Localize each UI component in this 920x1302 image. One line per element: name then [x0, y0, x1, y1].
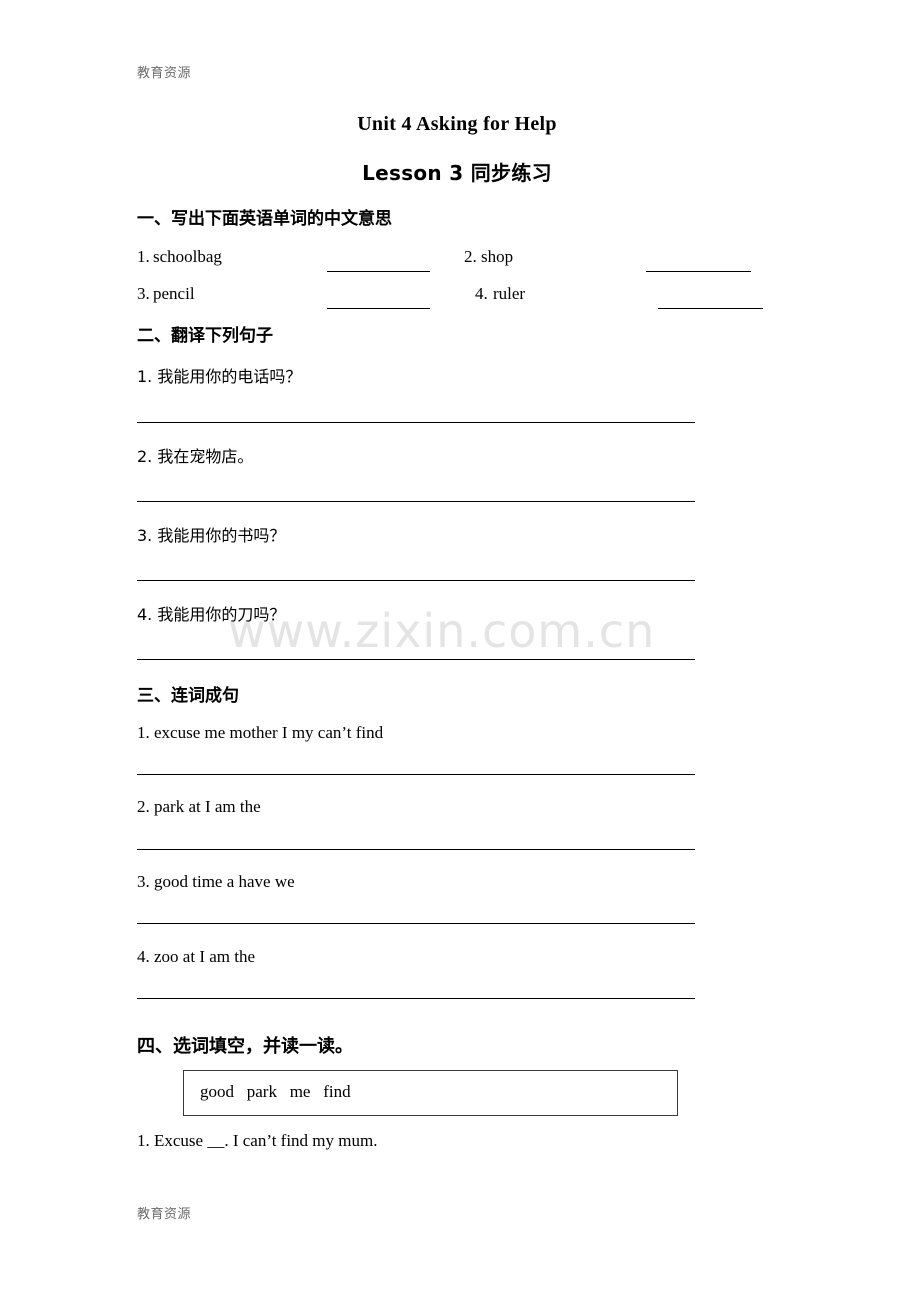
footer-watermark: 教育资源	[137, 1207, 192, 1222]
section-1-blank-3[interactable]	[327, 308, 430, 309]
section-1-word-2: shop	[481, 247, 514, 266]
section-1-word-2-num: 2.	[464, 247, 477, 266]
page-subtitle: Lesson 3 同步练习	[362, 161, 552, 185]
section-2-item-4: 4. 我能用你的刀吗？	[137, 605, 286, 624]
document-page: 教育资源 www.zixin.com.cn 教育资源 Unit 4 Asking…	[0, 0, 920, 1302]
section-2-item-1: 1. 我能用你的电话吗？	[137, 367, 302, 386]
section-3-item-1: 1. excuse me mother I my can’t find	[137, 723, 384, 742]
word-bank-box: good park me find	[183, 1070, 678, 1116]
section-1-word-3: pencil	[153, 284, 195, 303]
page-title: Unit 4 Asking for Help	[357, 113, 557, 135]
section-1-heading: 一、写出下面英语单词的中文意思	[137, 209, 392, 229]
section-1-word-4-num: 4.	[475, 284, 488, 303]
section-3-answer-line-1[interactable]	[137, 774, 695, 775]
center-watermark: www.zixin.com.cn	[228, 604, 656, 658]
section-4-item-1: 1. Excuse __. I can’t find my mum.	[137, 1131, 378, 1150]
section-1-blank-4[interactable]	[658, 308, 763, 309]
section-3-item-2: 2. park at I am the	[137, 797, 261, 816]
section-3-heading: 三、连词成句	[137, 686, 239, 706]
header-watermark: 教育资源	[137, 66, 192, 81]
section-3-item-3: 3. good time a have we	[137, 872, 295, 891]
section-1-word-3-num: 3.	[137, 284, 150, 303]
section-2-answer-line-2[interactable]	[137, 501, 695, 502]
section-1-word-1: schoolbag	[153, 247, 222, 266]
section-1-blank-2[interactable]	[646, 271, 751, 272]
section-3-answer-line-4[interactable]	[137, 998, 695, 999]
section-3-answer-line-3[interactable]	[137, 923, 695, 924]
section-3-item-4: 4. zoo at I am the	[137, 947, 256, 966]
section-3-answer-line-2[interactable]	[137, 849, 695, 850]
section-1-word-1-num: 1.	[137, 247, 150, 266]
section-1-word-4: ruler	[493, 284, 526, 303]
section-2-item-2: 2. 我在宠物店。	[137, 447, 254, 466]
section-2-item-3: 3. 我能用你的书吗？	[137, 526, 286, 545]
section-2-answer-line-4[interactable]	[137, 659, 695, 660]
section-1-blank-1[interactable]	[327, 271, 430, 272]
section-2-answer-line-1[interactable]	[137, 422, 695, 423]
word-bank-words: good park me find	[200, 1082, 351, 1101]
section-2-heading: 二、翻译下列句子	[137, 326, 273, 346]
section-4-heading: 四、选词填空，并读一读。	[137, 1036, 353, 1057]
section-2-answer-line-3[interactable]	[137, 580, 695, 581]
